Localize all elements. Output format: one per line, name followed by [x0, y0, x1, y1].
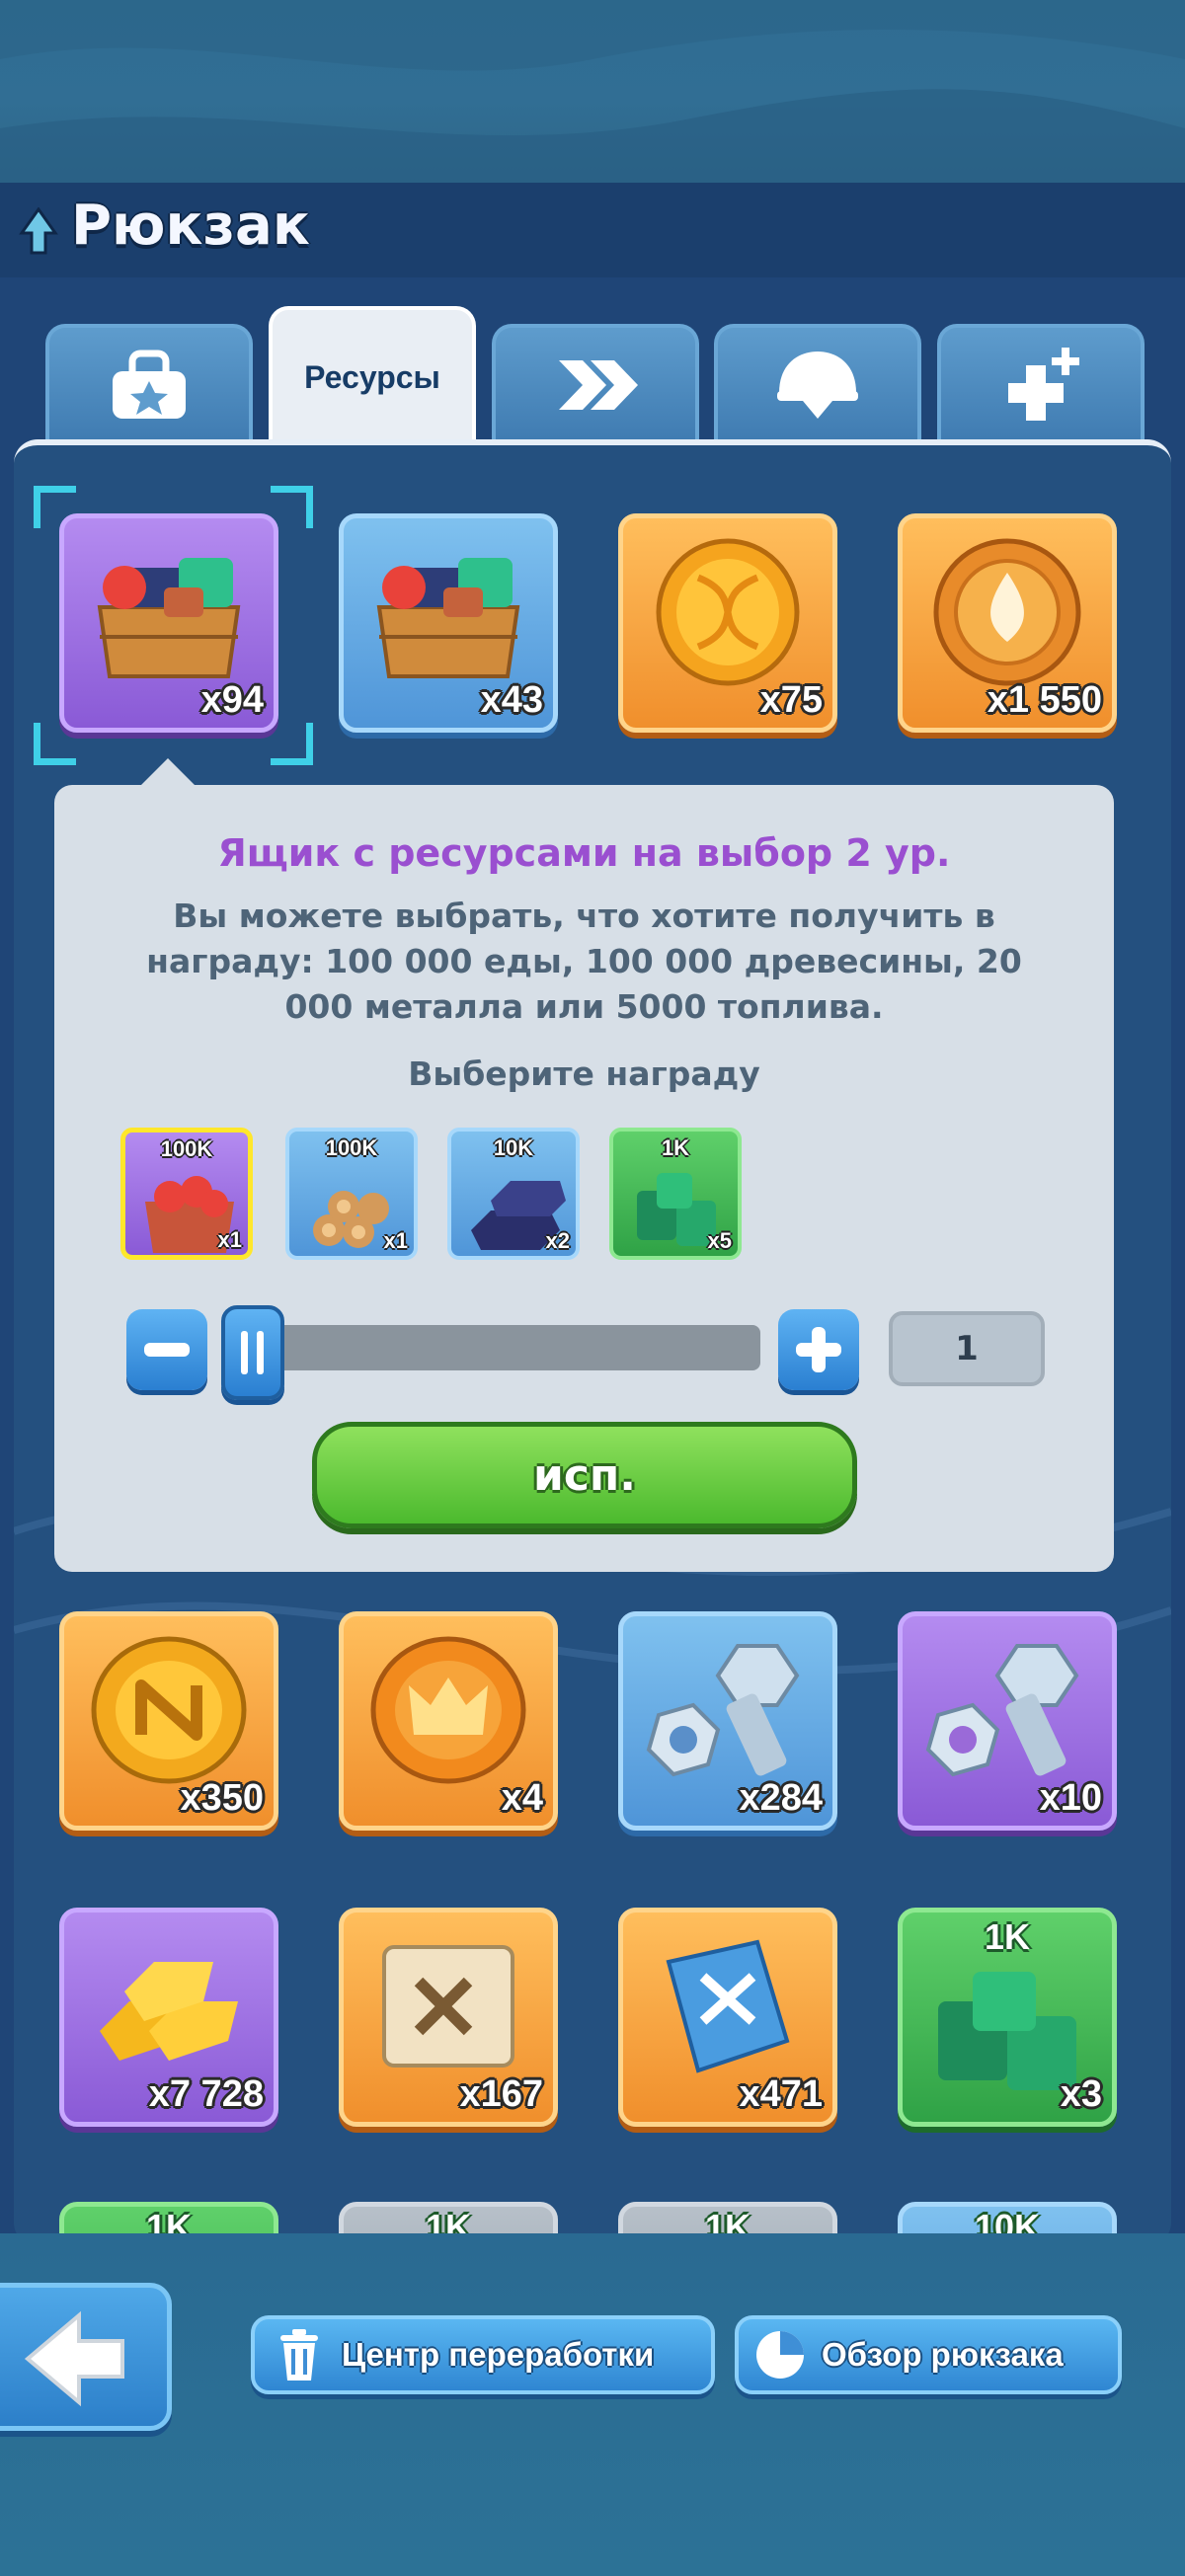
resource-crate-icon — [97, 558, 241, 678]
reward-option-metal[interactable]: 10K x2 — [447, 1128, 580, 1260]
drop-coin-icon — [933, 538, 1081, 686]
helmet-icon — [777, 351, 858, 419]
back-arrow-icon — [24, 2310, 124, 2407]
bolt-nut-icon — [925, 1644, 1079, 1777]
skill-book-icon — [666, 1939, 790, 2073]
quantity-input[interactable]: 1 — [889, 1311, 1045, 1386]
blueprint-scroll-icon — [382, 1945, 514, 2068]
tab-healing[interactable] — [937, 324, 1145, 442]
header-wave-decoration — [0, 0, 1185, 183]
item-partial[interactable]: 1K — [618, 2202, 837, 2233]
speedup-arrows-icon — [559, 360, 638, 410]
item-quantity: x75 — [759, 679, 823, 721]
tab-resources[interactable]: Ресурсы — [269, 306, 476, 444]
tab-equipment[interactable] — [714, 324, 921, 442]
row4-clip: 1K 1K 1K 10K — [0, 2197, 1185, 2233]
backpack-overview-button[interactable]: Обзор рюкзака — [735, 2315, 1122, 2394]
item-quantity: x284 — [739, 1777, 823, 1819]
reward-count: x2 — [545, 1228, 570, 1253]
reward-amount: 100K — [160, 1136, 213, 1161]
reward-count: x1 — [383, 1228, 408, 1253]
selection-corner — [34, 723, 76, 765]
decrease-button[interactable] — [126, 1309, 207, 1390]
pie-chart-icon — [756, 2331, 804, 2379]
tab-speedups[interactable] — [492, 324, 699, 442]
reward-option-food[interactable]: 100K x1 — [120, 1128, 253, 1260]
page-title: Рюкзак — [71, 194, 310, 258]
item-drop-coin[interactable]: x1 550 — [898, 513, 1117, 733]
selection-corner — [34, 486, 76, 528]
item-amount-label: 1K — [425, 2207, 472, 2233]
bolt-nut-icon — [646, 1644, 800, 1777]
n-coin-icon — [91, 1636, 247, 1784]
quantity-slider-handle[interactable] — [221, 1305, 284, 1400]
reward-amount: 1K — [661, 1135, 690, 1160]
heal-plus-icon — [1008, 348, 1079, 421]
item-bolt-nut-purple[interactable]: x10 — [898, 1611, 1117, 1831]
back-button[interactable] — [0, 2283, 172, 2431]
item-blueprint[interactable]: x167 — [339, 1908, 558, 2127]
tree-icon — [19, 207, 58, 255]
item-skill-book[interactable]: x471 — [618, 1908, 837, 2127]
item-quantity: x43 — [480, 679, 543, 721]
item-amount-label: 1K — [984, 1916, 1031, 1957]
selection-corner — [271, 723, 313, 765]
item-bolt-nut-blue[interactable]: x284 — [618, 1611, 837, 1831]
tab-backpack[interactable] — [45, 324, 253, 442]
item-partial[interactable]: 10K — [898, 2202, 1117, 2233]
item-dna-coin[interactable]: x75 — [618, 513, 837, 733]
popup-pointer — [140, 758, 196, 786]
resource-crate-icon — [376, 558, 520, 678]
selection-corner — [271, 486, 313, 528]
item-amount-label: 1K — [704, 2207, 751, 2233]
choose-reward-label: Выберите награду — [408, 1054, 760, 1093]
minus-icon — [144, 1343, 190, 1357]
item-quantity: x1 550 — [987, 679, 1102, 721]
item-n-coin[interactable]: x350 — [59, 1611, 278, 1831]
item-crown-coin[interactable]: x4 — [339, 1611, 558, 1831]
item-quantity: x471 — [739, 2073, 823, 2115]
recycle-center-button[interactable]: Центр переработки — [251, 2315, 715, 2394]
reward-count: x5 — [707, 1228, 732, 1253]
item-quantity: x10 — [1039, 1777, 1102, 1819]
item-gold-bars[interactable]: x7 728 — [59, 1908, 278, 2127]
bottom-bar — [0, 2233, 1185, 2576]
backpack-overview-label: Обзор рюкзака — [822, 2336, 1064, 2373]
item-partial[interactable]: 1K — [339, 2202, 558, 2233]
item-quantity: x7 728 — [148, 2073, 264, 2115]
item-quantity: x167 — [459, 2073, 543, 2115]
dna-coin-icon — [656, 538, 800, 686]
use-button-label: исп. — [532, 1449, 637, 1501]
item-quantity: x94 — [200, 679, 264, 721]
reward-amount: 10K — [493, 1135, 534, 1160]
recycle-center-label: Центр переработки — [342, 2336, 655, 2373]
reward-amount: 100K — [325, 1135, 378, 1160]
item-fuel-pack[interactable]: 1K x3 — [898, 1908, 1117, 2127]
grip-icon — [241, 1331, 264, 1374]
popup-title: Ящик с ресурсами на выбор 2 ур. — [217, 831, 951, 875]
plus-icon — [796, 1327, 841, 1372]
item-resource-crate-lv2[interactable]: x94 — [59, 513, 278, 733]
item-amount-label: 10K — [974, 2207, 1041, 2233]
quantity-slider-track[interactable] — [237, 1325, 760, 1370]
reward-count: x1 — [217, 1227, 242, 1252]
item-resource-crate-lv1[interactable]: x43 — [339, 513, 558, 733]
backpack-icon — [113, 350, 186, 419]
item-quantity: x4 — [501, 1777, 543, 1819]
item-partial[interactable]: 1K — [59, 2202, 278, 2233]
item-quantity: x3 — [1060, 2073, 1102, 2115]
item-amount-label: 1K — [145, 2207, 193, 2233]
reward-option-fuel[interactable]: 1K x5 — [609, 1128, 742, 1260]
increase-button[interactable] — [778, 1309, 859, 1390]
tab-resources-label: Ресурсы — [304, 358, 440, 395]
trash-icon — [280, 2329, 318, 2381]
use-button[interactable]: исп. — [312, 1422, 857, 1528]
reward-option-wood[interactable]: 100K x1 — [285, 1128, 418, 1260]
crown-coin-icon — [370, 1636, 526, 1784]
gold-bars-icon — [100, 1962, 238, 2061]
popup-description: Вы можете выбрать, что хотите получить в… — [146, 897, 1022, 1026]
item-quantity: x350 — [180, 1777, 264, 1819]
